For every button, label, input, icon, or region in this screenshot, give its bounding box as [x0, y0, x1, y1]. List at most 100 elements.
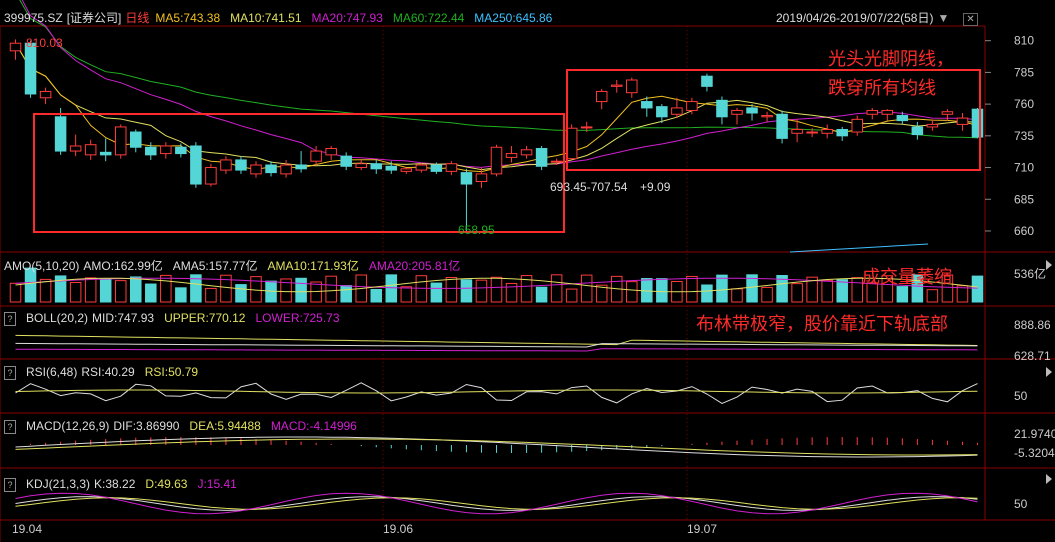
annotation-volume: 成交量萎缩: [862, 267, 952, 288]
candle-body: [265, 164, 277, 174]
help-icon[interactable]: ?: [4, 312, 16, 326]
candle-body: [430, 164, 443, 172]
volume-bar: [656, 278, 668, 303]
candle-body: [220, 159, 232, 171]
boll-upper: UPPER:770.12: [164, 311, 246, 325]
candle-body: [39, 90, 52, 99]
interval-label: 693.45-707.54: [550, 180, 628, 194]
y-tick-label: 735: [1014, 129, 1034, 143]
y-tick-label: 810: [1014, 34, 1034, 48]
volume-bar: [175, 287, 187, 303]
price-header: 399975.SZ [证券公司] 日线 MA5:743.38 MA10:741.51 MA…: [4, 9, 562, 25]
amo-value: AMO:162.99亿: [83, 259, 163, 273]
stock-name: [证券公司]: [66, 11, 122, 25]
volume-bar: [430, 282, 443, 303]
candle-body: [776, 113, 788, 139]
volume-bar: [9, 282, 22, 303]
candle-body: [626, 79, 638, 94]
scroll-right-arrow-icon[interactable]: [1046, 367, 1052, 377]
x-tick-label: 19.06: [383, 522, 414, 536]
dropdown-icon[interactable]: ▼: [937, 11, 949, 25]
candle-body: [686, 101, 698, 111]
candle-body: [490, 146, 503, 175]
macd-value: MACD:-4.14996: [270, 419, 357, 433]
boll-lower: LOWER:725.73: [255, 311, 340, 325]
candle-body: [310, 150, 322, 162]
j-value: J:15.41: [197, 477, 237, 491]
candle-body: [731, 109, 743, 115]
amo-label: AMO(5,10,20): [4, 259, 80, 273]
candle-body: [355, 163, 367, 169]
kdj-scale: 50: [1014, 497, 1028, 511]
volume-bar: [836, 279, 848, 303]
amo-header: AMO(5,10,20) AMO:162.99亿 AMA5:157.77亿 AMA10…: [4, 257, 470, 273]
volume-bar: [490, 276, 503, 303]
candle-body: [114, 126, 127, 156]
candle-body: [656, 106, 668, 118]
stock-code[interactable]: 399975.SZ: [4, 11, 63, 25]
candle-body: [851, 118, 863, 133]
candle-body: [671, 107, 683, 115]
candle-body: [761, 115, 773, 118]
volume-bar: [130, 276, 142, 303]
date-range-text: 2019/04/26-2019/07/22(58日): [776, 11, 934, 25]
volume-bar: [821, 279, 833, 303]
macd-scale-top: 21.97402: [1014, 427, 1055, 441]
boll-scale-top: 888.86: [1014, 318, 1051, 332]
period-label[interactable]: 日线: [125, 11, 149, 25]
y-tick-label: 685: [1014, 192, 1034, 206]
candle-body: [280, 164, 292, 175]
candle-body: [445, 163, 458, 172]
help-icon[interactable]: ?: [4, 478, 16, 492]
volume-bar: [325, 275, 337, 303]
volume-bar: [84, 277, 97, 303]
candle-body: [175, 146, 187, 155]
candle-body: [926, 123, 939, 128]
candle-body: [295, 164, 307, 170]
volume-bar: [235, 284, 247, 303]
candle-body: [550, 160, 563, 163]
boll-header: ? BOLL(20,2) MID:747.93 UPPER:770.12 LOWER:7…: [4, 311, 350, 327]
candle-body: [595, 90, 608, 103]
rsi-label: RSI(6,48): [26, 365, 78, 379]
candle-body: [806, 131, 818, 134]
candle-body: [160, 145, 172, 155]
volume-bar: [69, 282, 82, 303]
candle-body: [701, 75, 713, 87]
ama10-value: AMA10:171.93亿: [267, 259, 359, 273]
help-icon[interactable]: ?: [4, 366, 16, 380]
ma20-value: MA20:747.93: [311, 11, 383, 25]
candle-body: [370, 163, 383, 170]
candle-body: [881, 109, 894, 115]
candle-body: [716, 99, 728, 118]
candle-body: [475, 173, 488, 182]
candle-body: [941, 111, 954, 115]
volume-bar: [370, 288, 383, 303]
volume-bar: [460, 279, 473, 303]
volume-bar: [731, 288, 743, 303]
candle-body: [746, 107, 758, 114]
scroll-right-arrow-icon[interactable]: [1046, 260, 1052, 270]
candle-body: [235, 159, 247, 171]
candle-body: [505, 153, 518, 158]
volume-bar: [535, 286, 548, 303]
ma250-value: MA250:645.86: [474, 11, 553, 25]
low-price-label: 658.95: [458, 223, 495, 237]
scroll-right-arrow-icon[interactable]: [1046, 474, 1052, 484]
volume-bar: [580, 274, 593, 303]
k-value: K:38.22: [94, 477, 136, 491]
volume-bar: [160, 274, 172, 303]
date-range[interactable]: 2019/04/26-2019/07/22(58日) ▼ ✕: [776, 9, 988, 26]
candle-body: [130, 131, 142, 148]
help-icon[interactable]: ?: [4, 420, 16, 434]
candle-body: [866, 109, 879, 115]
volume-bar: [926, 289, 939, 303]
candle-body: [896, 115, 909, 122]
candle-body: [610, 84, 623, 87]
candle-body: [190, 145, 202, 185]
volume-bar: [145, 283, 157, 303]
volume-bar: [340, 285, 352, 303]
x-tick-label: 19.04: [12, 522, 43, 536]
close-icon[interactable]: ✕: [963, 13, 978, 26]
macd-scale-bottom: -5.32040: [1014, 446, 1055, 460]
